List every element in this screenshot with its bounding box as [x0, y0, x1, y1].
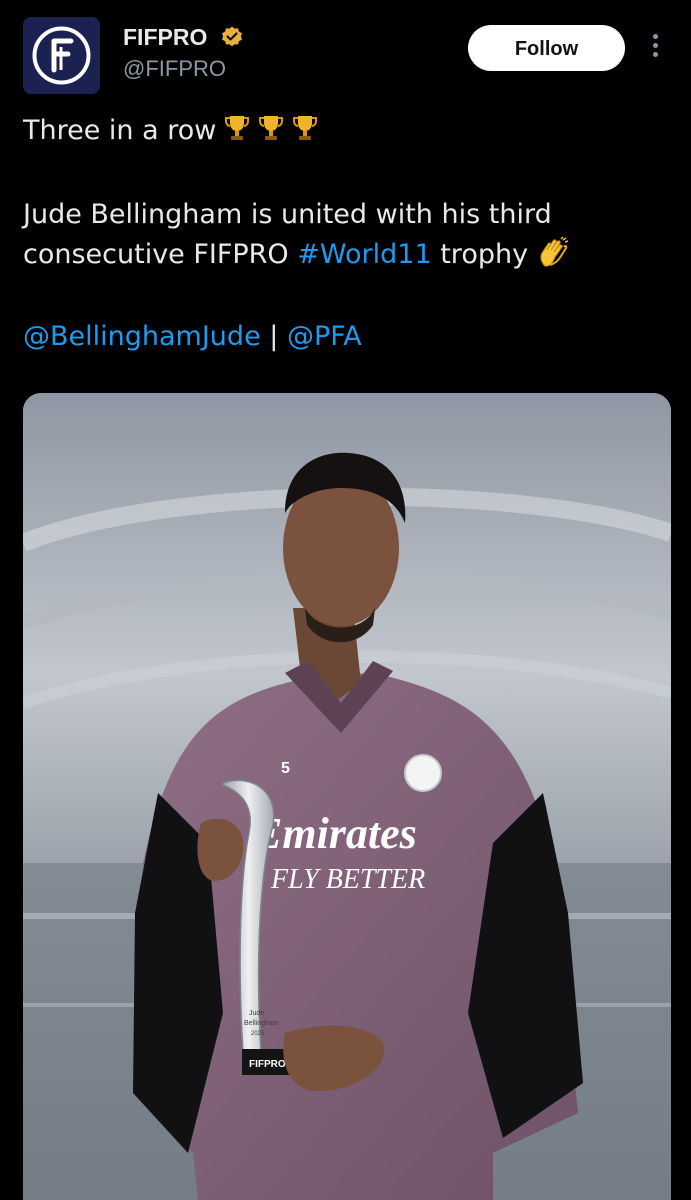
trophy-engraving-name: Bellingham [244, 1020, 279, 1027]
more-options-icon[interactable] [646, 34, 664, 64]
hashtag-link[interactable]: #World11 [297, 239, 431, 270]
post-text-fragment: trophy [431, 239, 529, 270]
follow-button[interactable]: Follow [468, 25, 625, 71]
post-media-photo[interactable]: Emirates FLY BETTER 5 Jude Bellingham 20… [23, 393, 671, 1200]
fifpro-logo-icon [32, 26, 91, 85]
trophy-engraving-name: Jude [249, 1010, 264, 1017]
post-text-mentions: @BellinghamJude | @PFA [23, 318, 362, 356]
trophy-icon [225, 116, 250, 140]
mention-link[interactable]: @PFA [287, 321, 362, 352]
mention-separator: | [260, 321, 287, 352]
post-text-line-1: Three in a row [23, 112, 318, 150]
verified-badge-icon [222, 26, 242, 47]
sponsor-subtext: FLY BETTER [270, 864, 425, 895]
sponsor-text: Emirates [252, 809, 417, 858]
mention-link[interactable]: @BellinghamJude [23, 321, 261, 352]
post-text-fragment: consecutive FIFPRO [23, 239, 298, 270]
post-text-headline: Three in a row [23, 115, 217, 146]
author-display-name[interactable]: FIFPRO [123, 23, 207, 51]
clapping-hands-icon [540, 236, 569, 267]
post-text-line-2: Jude Bellingham is united with his third [23, 199, 552, 230]
avatar[interactable] [23, 17, 100, 94]
author-handle[interactable]: @FIFPRO [123, 55, 226, 83]
photo-bellingham-with-trophy: Emirates FLY BETTER 5 Jude Bellingham 20… [23, 393, 671, 1200]
shirt-number: 5 [281, 760, 290, 777]
trophy-engraving-year: 2025 [251, 1031, 265, 1037]
trophy-icon [259, 116, 284, 140]
trophy-base-label: FIFPRO [249, 1059, 286, 1070]
post-header: FIFPRO @FIFPRO Follow [0, 0, 691, 100]
post-text-line-3: consecutive FIFPRO #World11 trophy [23, 236, 570, 274]
trophy-icon [293, 116, 318, 140]
